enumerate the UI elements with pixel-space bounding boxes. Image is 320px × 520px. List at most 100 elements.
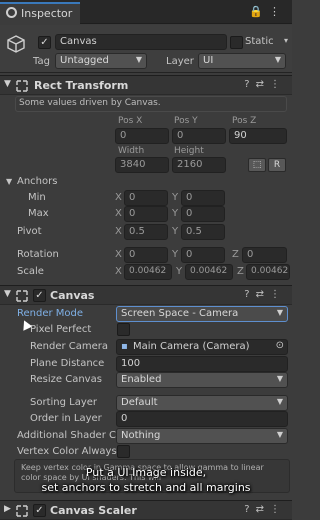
help-icon[interactable]: ? <box>244 79 255 90</box>
anchor-max-y-field[interactable]: 0 <box>181 206 225 222</box>
pixel-perfect-label: Pixel Perfect <box>30 324 92 335</box>
static-label: Static <box>245 36 274 47</box>
tab-tools: 🔒⋮ <box>249 5 286 18</box>
static-dropdown-icon[interactable]: ▾ <box>284 36 288 45</box>
shader-channels-dropdown[interactable]: Nothing ▼ <box>116 428 288 444</box>
pos-x-label: Pos X <box>118 116 143 126</box>
lock-icon[interactable]: 🔒 <box>249 5 269 18</box>
pivot-y-axis-label: Y <box>172 226 179 237</box>
canvas-scaler-enabled-checkbox[interactable]: ✓ <box>33 504 46 517</box>
more-menu-icon[interactable]: ⋮ <box>270 79 286 90</box>
vertex-color-checkbox[interactable] <box>117 445 130 458</box>
rot-y-axis-label: Y <box>172 249 179 260</box>
render-mode-label: Render Mode <box>17 308 84 319</box>
collapse-arrow-icon[interactable]: ▶ <box>4 504 11 514</box>
plane-distance-label: Plane Distance <box>30 358 105 369</box>
object-header: ✓ Canvas Static ▾ Tag Untagged ▼ Layer UI… <box>0 25 292 73</box>
more-menu-icon[interactable]: ⋮ <box>270 504 286 515</box>
width-field[interactable]: 3840 <box>115 157 169 173</box>
gameobject-cube-icon <box>7 35 25 53</box>
collapse-arrow-icon[interactable]: ▼ <box>4 79 11 89</box>
preset-icon[interactable]: ⇄ <box>256 289 270 300</box>
min-x-axis-label: X <box>115 192 122 203</box>
preset-icon[interactable]: ⇄ <box>256 79 270 90</box>
canvas-scaler-title: Canvas Scaler <box>50 504 137 517</box>
resize-canvas-dropdown[interactable]: Enabled ▼ <box>116 372 288 388</box>
scale-y-field[interactable]: 0.00462 <box>185 264 233 280</box>
sorting-layer-value: Default <box>121 397 158 408</box>
help-icon[interactable]: ? <box>244 289 255 300</box>
static-checkbox[interactable] <box>230 36 243 49</box>
pixel-perfect-checkbox[interactable] <box>117 323 130 336</box>
anchor-min-y-field[interactable]: 0 <box>181 190 225 206</box>
canvas-scaler-header[interactable]: ▶ ✓ Canvas Scaler ?⇄⋮ <box>0 500 292 520</box>
scale-z-field[interactable]: 0.00462 <box>246 264 290 280</box>
object-picker-icon[interactable]: ⊙ <box>276 340 284 351</box>
anchor-min-x-field[interactable]: 0 <box>124 190 168 206</box>
rotation-label: Rotation <box>17 249 59 260</box>
rotation-x-field[interactable]: 0 <box>124 247 168 263</box>
tag-value: Untagged <box>60 55 109 66</box>
width-label: Width <box>118 146 145 156</box>
render-camera-value: Main Camera (Camera) <box>133 341 250 352</box>
camera-icon: ▪ <box>121 341 128 352</box>
pos-z-label: Pos Z <box>232 116 257 126</box>
sorting-layer-dropdown[interactable]: Default ▼ <box>116 395 288 411</box>
chevron-down-icon: ▼ <box>135 55 142 64</box>
raw-edit-button[interactable]: R <box>268 158 286 172</box>
pivot-x-field[interactable]: 0.5 <box>124 224 168 240</box>
order-in-layer-field[interactable]: 0 <box>116 411 288 427</box>
vertex-color-label: Vertex Color Always I <box>17 446 123 457</box>
rot-x-axis-label: X <box>115 249 122 260</box>
inspector-tab-label: Inspector <box>21 7 73 20</box>
scale-x-field[interactable]: 0.00462 <box>124 264 172 280</box>
additional-shader-channels-label: Additional Shader Cha <box>17 430 129 441</box>
min-label: Min <box>28 192 46 203</box>
pos-z-field[interactable]: 90 <box>229 128 287 144</box>
more-menu-icon[interactable]: ⋮ <box>270 289 286 300</box>
pivot-y-field[interactable]: 0.5 <box>181 224 225 240</box>
render-mode-dropdown[interactable]: Screen Space - Camera ▼ <box>116 306 288 322</box>
collapse-arrow-icon[interactable]: ▼ <box>4 289 11 299</box>
inspector-tab[interactable]: Inspector <box>0 2 80 24</box>
info-icon <box>6 7 17 18</box>
layer-dropdown[interactable]: UI ▼ <box>198 53 286 69</box>
canvas-component-header[interactable]: ▼ ✓ Canvas ?⇄⋮ <box>0 285 292 305</box>
caption-line-2: set anchors to stretch and all margins <box>41 481 251 494</box>
render-mode-value: Screen Space - Camera <box>121 308 239 319</box>
preset-icon[interactable]: ⇄ <box>256 504 270 515</box>
height-field[interactable]: 2160 <box>172 157 226 173</box>
more-menu-icon[interactable]: ⋮ <box>269 5 286 18</box>
plane-distance-field[interactable]: 100 <box>116 356 288 372</box>
rect-transform-title: Rect Transform <box>34 79 129 92</box>
scale-label: Scale <box>17 266 44 277</box>
component-tools: ?⇄⋮ <box>244 79 286 90</box>
anchor-max-x-field[interactable]: 0 <box>124 206 168 222</box>
active-checkbox[interactable]: ✓ <box>38 36 51 49</box>
pos-x-field[interactable]: 0 <box>115 128 169 144</box>
scale-z-axis-label: Z <box>237 266 244 277</box>
max-y-axis-label: Y <box>172 208 179 219</box>
resize-canvas-label: Resize Canvas <box>30 374 102 385</box>
rect-transform-header[interactable]: ▼ Rect Transform ?⇄⋮ <box>0 75 292 95</box>
pos-y-field[interactable]: 0 <box>172 128 226 144</box>
dotted-rect-icon: ⬚ <box>252 160 262 170</box>
render-camera-label: Render Camera <box>30 341 109 352</box>
chevron-down-icon: ▼ <box>276 430 283 439</box>
object-name-field[interactable]: Canvas <box>55 34 227 50</box>
pivot-label: Pivot <box>17 226 42 237</box>
rotation-z-field[interactable]: 0 <box>242 247 287 263</box>
anchors-fold-icon[interactable]: ▼ <box>6 177 12 186</box>
render-camera-field[interactable]: ▪ Main Camera (Camera) ⊙ <box>116 339 288 355</box>
rotation-y-field[interactable]: 0 <box>181 247 225 263</box>
blueprint-mode-button[interactable]: ⬚ <box>248 158 266 172</box>
tag-label: Tag <box>33 56 50 67</box>
height-label: Height <box>174 146 204 156</box>
resize-canvas-value: Enabled <box>121 374 162 385</box>
help-icon[interactable]: ? <box>244 504 255 515</box>
driven-info-box: Some values driven by Canvas. <box>15 96 287 112</box>
rect-transform-icon <box>16 80 28 92</box>
tag-dropdown[interactable]: Untagged ▼ <box>55 53 147 69</box>
canvas-enabled-checkbox[interactable]: ✓ <box>33 289 46 302</box>
chevron-down-icon: ▼ <box>274 55 281 64</box>
